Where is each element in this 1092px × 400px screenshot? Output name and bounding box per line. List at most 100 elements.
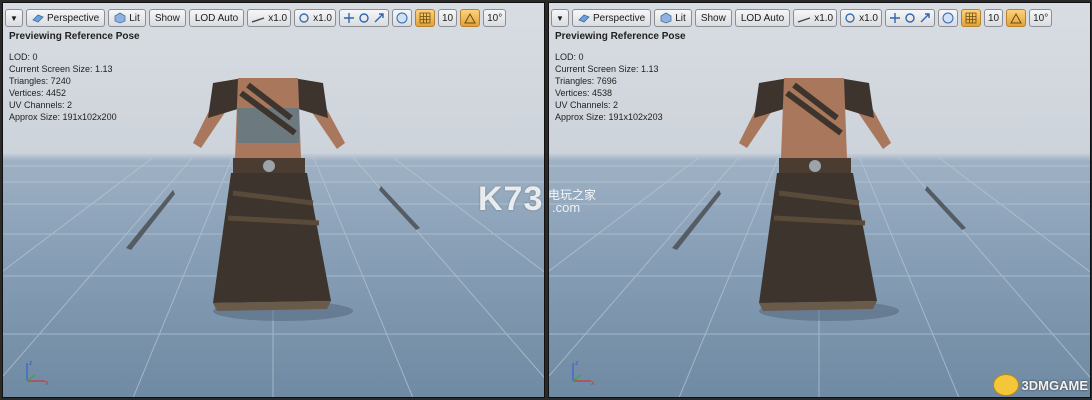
rotation-speed-label: x1.0 [859,12,878,24]
angle-snap-icon [1010,12,1022,24]
right-dagger [925,186,966,230]
translate-icon[interactable] [343,12,355,24]
screen-size-stat: Current Screen Size: 1.13 [9,64,113,74]
camera-perspective-icon [32,14,44,23]
vertices-stat: Vertices: 4452 [9,88,67,98]
lod-label: LOD Auto [194,12,239,24]
viewport-toolbar: ▼ Perspective Lit Show LOD Auto x1.0 x1.… [5,6,542,30]
lit-sphere-icon [660,12,672,24]
lod-button[interactable]: LOD Auto [734,9,791,27]
angle-snap-icon [464,12,476,24]
scale-icon[interactable] [373,12,385,24]
k73-com-watermark: .com [552,200,581,215]
angle-snap-toggle[interactable] [460,9,481,27]
angle-size-dropdown[interactable]: 10° [1029,9,1053,27]
viewport-left[interactable]: ▼ Perspective Lit Show LOD Auto x1.0 x1.… [2,2,545,398]
translate-icon[interactable] [889,12,901,24]
rotate-tool-icon[interactable] [358,12,370,24]
viewport-toolbar: ▼ Perspective Lit Show LOD Auto x1.0 x1.… [551,6,1088,30]
camera-speed-button[interactable]: x1.0 [247,9,292,27]
perspective-label: Perspective [593,12,646,24]
perspective-button[interactable]: Perspective [572,9,652,27]
camera-perspective-icon [578,14,590,23]
svg-text:z: z [29,360,33,367]
show-button[interactable]: Show [148,9,186,27]
axis-indicator: z x [572,360,595,387]
globe-icon [396,12,408,24]
svg-text:x: x [45,380,49,387]
camera-speed-label: x1.0 [814,12,834,24]
grid-snap-icon [965,12,977,24]
grid-snap-toggle[interactable] [961,9,981,27]
uv-channels-stat: UV Channels: 2 [555,100,619,110]
show-label: Show [154,12,180,24]
axis-indicator: z x [26,360,49,387]
lod-label: LOD Auto [740,12,785,24]
camera-speed-button[interactable]: x1.0 [793,9,838,27]
camera-speed-icon [797,17,811,23]
vertices-stat: Vertices: 4538 [555,88,613,98]
chevron-down-icon: ▼ [10,13,18,23]
world-local-toggle[interactable] [938,9,958,27]
character-mesh[interactable] [173,63,363,323]
chevron-down-icon: ▼ [556,13,564,23]
show-button[interactable]: Show [694,9,732,27]
skirt [759,173,877,303]
angle-size-value: 10° [487,12,503,24]
viewport-options-dropdown[interactable]: ▼ [551,9,569,27]
rotate-icon [299,13,309,23]
lit-button[interactable]: Lit [654,9,692,27]
lit-label: Lit [675,12,686,24]
k73-watermark: K73 [478,180,544,218]
rotate-tool-icon[interactable] [904,12,916,24]
rotation-speed-label: x1.0 [313,12,332,24]
globe-icon [942,12,954,24]
lit-button[interactable]: Lit [108,9,146,27]
world-local-toggle[interactable] [392,9,412,27]
grid-snap-icon [419,12,431,24]
triangles-stat: Triangles: 7696 [555,76,617,86]
grid-size-value: 10 [442,12,454,24]
3dmgame-watermark: 3DMGAME [992,374,1088,396]
camera-speed-icon [251,17,265,23]
left-dagger [126,190,175,250]
lit-sphere-icon [114,12,126,24]
belt-buckle [809,160,821,172]
grid-size-dropdown[interactable]: 10 [984,9,1004,27]
perspective-button[interactable]: Perspective [26,9,106,27]
left-dagger [672,190,721,250]
transform-tools [339,9,389,27]
mesh-stats: LOD: 0 Current Screen Size: 1.13 Triangl… [9,51,117,123]
lod-stat: LOD: 0 [9,52,38,62]
approx-size-stat: Approx Size: 191x102x203 [555,112,663,122]
uv-channels-stat: UV Channels: 2 [9,100,73,110]
rotation-speed-button[interactable]: x1.0 [840,9,882,27]
lod-stat: LOD: 0 [555,52,584,62]
3dm-brand-text: 3DMGAME [1021,377,1088,393]
transform-tools [885,9,935,27]
angle-size-dropdown[interactable]: 10° [483,9,507,27]
svg-text:x: x [591,380,595,387]
grid-size-value: 10 [988,12,1000,24]
scale-icon[interactable] [919,12,931,24]
camera-speed-label: x1.0 [268,12,288,24]
rotation-speed-button[interactable]: x1.0 [294,9,336,27]
torso [781,78,847,158]
viewport-right[interactable]: ▼ Perspective Lit Show LOD Auto x1.0 x1.… [548,2,1091,398]
show-label: Show [700,12,726,24]
triangles-stat: Triangles: 7240 [9,76,71,86]
belt-buckle [263,160,275,172]
lod-button[interactable]: LOD Auto [188,9,245,27]
screen-size-stat: Current Screen Size: 1.13 [555,64,659,74]
approx-size-stat: Approx Size: 191x102x200 [9,112,117,122]
character-mesh[interactable] [719,63,909,323]
lit-label: Lit [129,12,140,24]
svg-text:z: z [575,360,579,367]
angle-snap-toggle[interactable] [1006,9,1027,27]
viewport-options-dropdown[interactable]: ▼ [5,9,23,27]
grid-size-dropdown[interactable]: 10 [438,9,458,27]
previewing-title: Previewing Reference Pose [9,31,140,42]
skirt [213,173,331,303]
right-dagger [379,186,420,230]
grid-snap-toggle[interactable] [415,9,435,27]
